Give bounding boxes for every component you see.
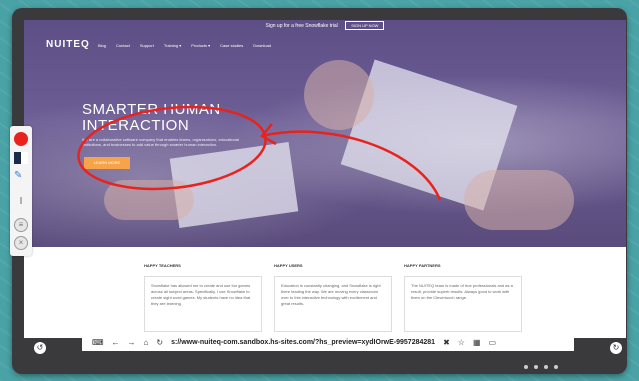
close-icon[interactable]: × xyxy=(14,236,28,250)
drawing-toolbar: ✎ I ≡ × xyxy=(10,126,32,256)
home-icon[interactable]: ⌂ xyxy=(144,338,149,347)
page-dot[interactable] xyxy=(544,365,548,369)
url-input[interactable]: s://www-nuiteq-com.sandbox.hs-sites.com/… xyxy=(171,339,435,346)
clear-url-icon[interactable]: ✖ xyxy=(443,338,450,347)
rotate-left-icon[interactable]: ↺ xyxy=(34,342,46,354)
red-color-tool[interactable] xyxy=(14,132,28,146)
browser-address-bar: ⌨ ← → ⌂ ↻ s://www-nuiteq-com.sandbox.hs-… xyxy=(82,333,574,351)
forward-icon[interactable]: → xyxy=(128,338,136,347)
page-dot[interactable] xyxy=(554,365,558,369)
page-dot[interactable] xyxy=(524,365,528,369)
keyboard-icon[interactable]: ⌨ xyxy=(92,338,104,347)
annotation-overlay xyxy=(77,105,442,201)
window-icon[interactable]: ▭ xyxy=(489,338,497,347)
annotation-circle xyxy=(77,105,267,191)
rotate-right-icon[interactable]: ↻ xyxy=(610,342,622,354)
text-cursor-icon[interactable]: I xyxy=(14,196,28,207)
page-dots xyxy=(524,365,558,369)
grid-icon[interactable]: ▦ xyxy=(473,338,481,347)
bookmark-star-icon[interactable]: ☆ xyxy=(458,338,465,347)
menu-icon[interactable]: ≡ xyxy=(14,218,28,232)
annotation-arrow-line xyxy=(261,130,442,201)
color-swatch-tool[interactable] xyxy=(14,152,28,164)
page-dot[interactable] xyxy=(534,365,538,369)
reload-icon[interactable]: ↻ xyxy=(156,338,163,347)
pencil-icon[interactable]: ✎ xyxy=(14,171,28,181)
back-icon[interactable]: ← xyxy=(112,338,120,347)
